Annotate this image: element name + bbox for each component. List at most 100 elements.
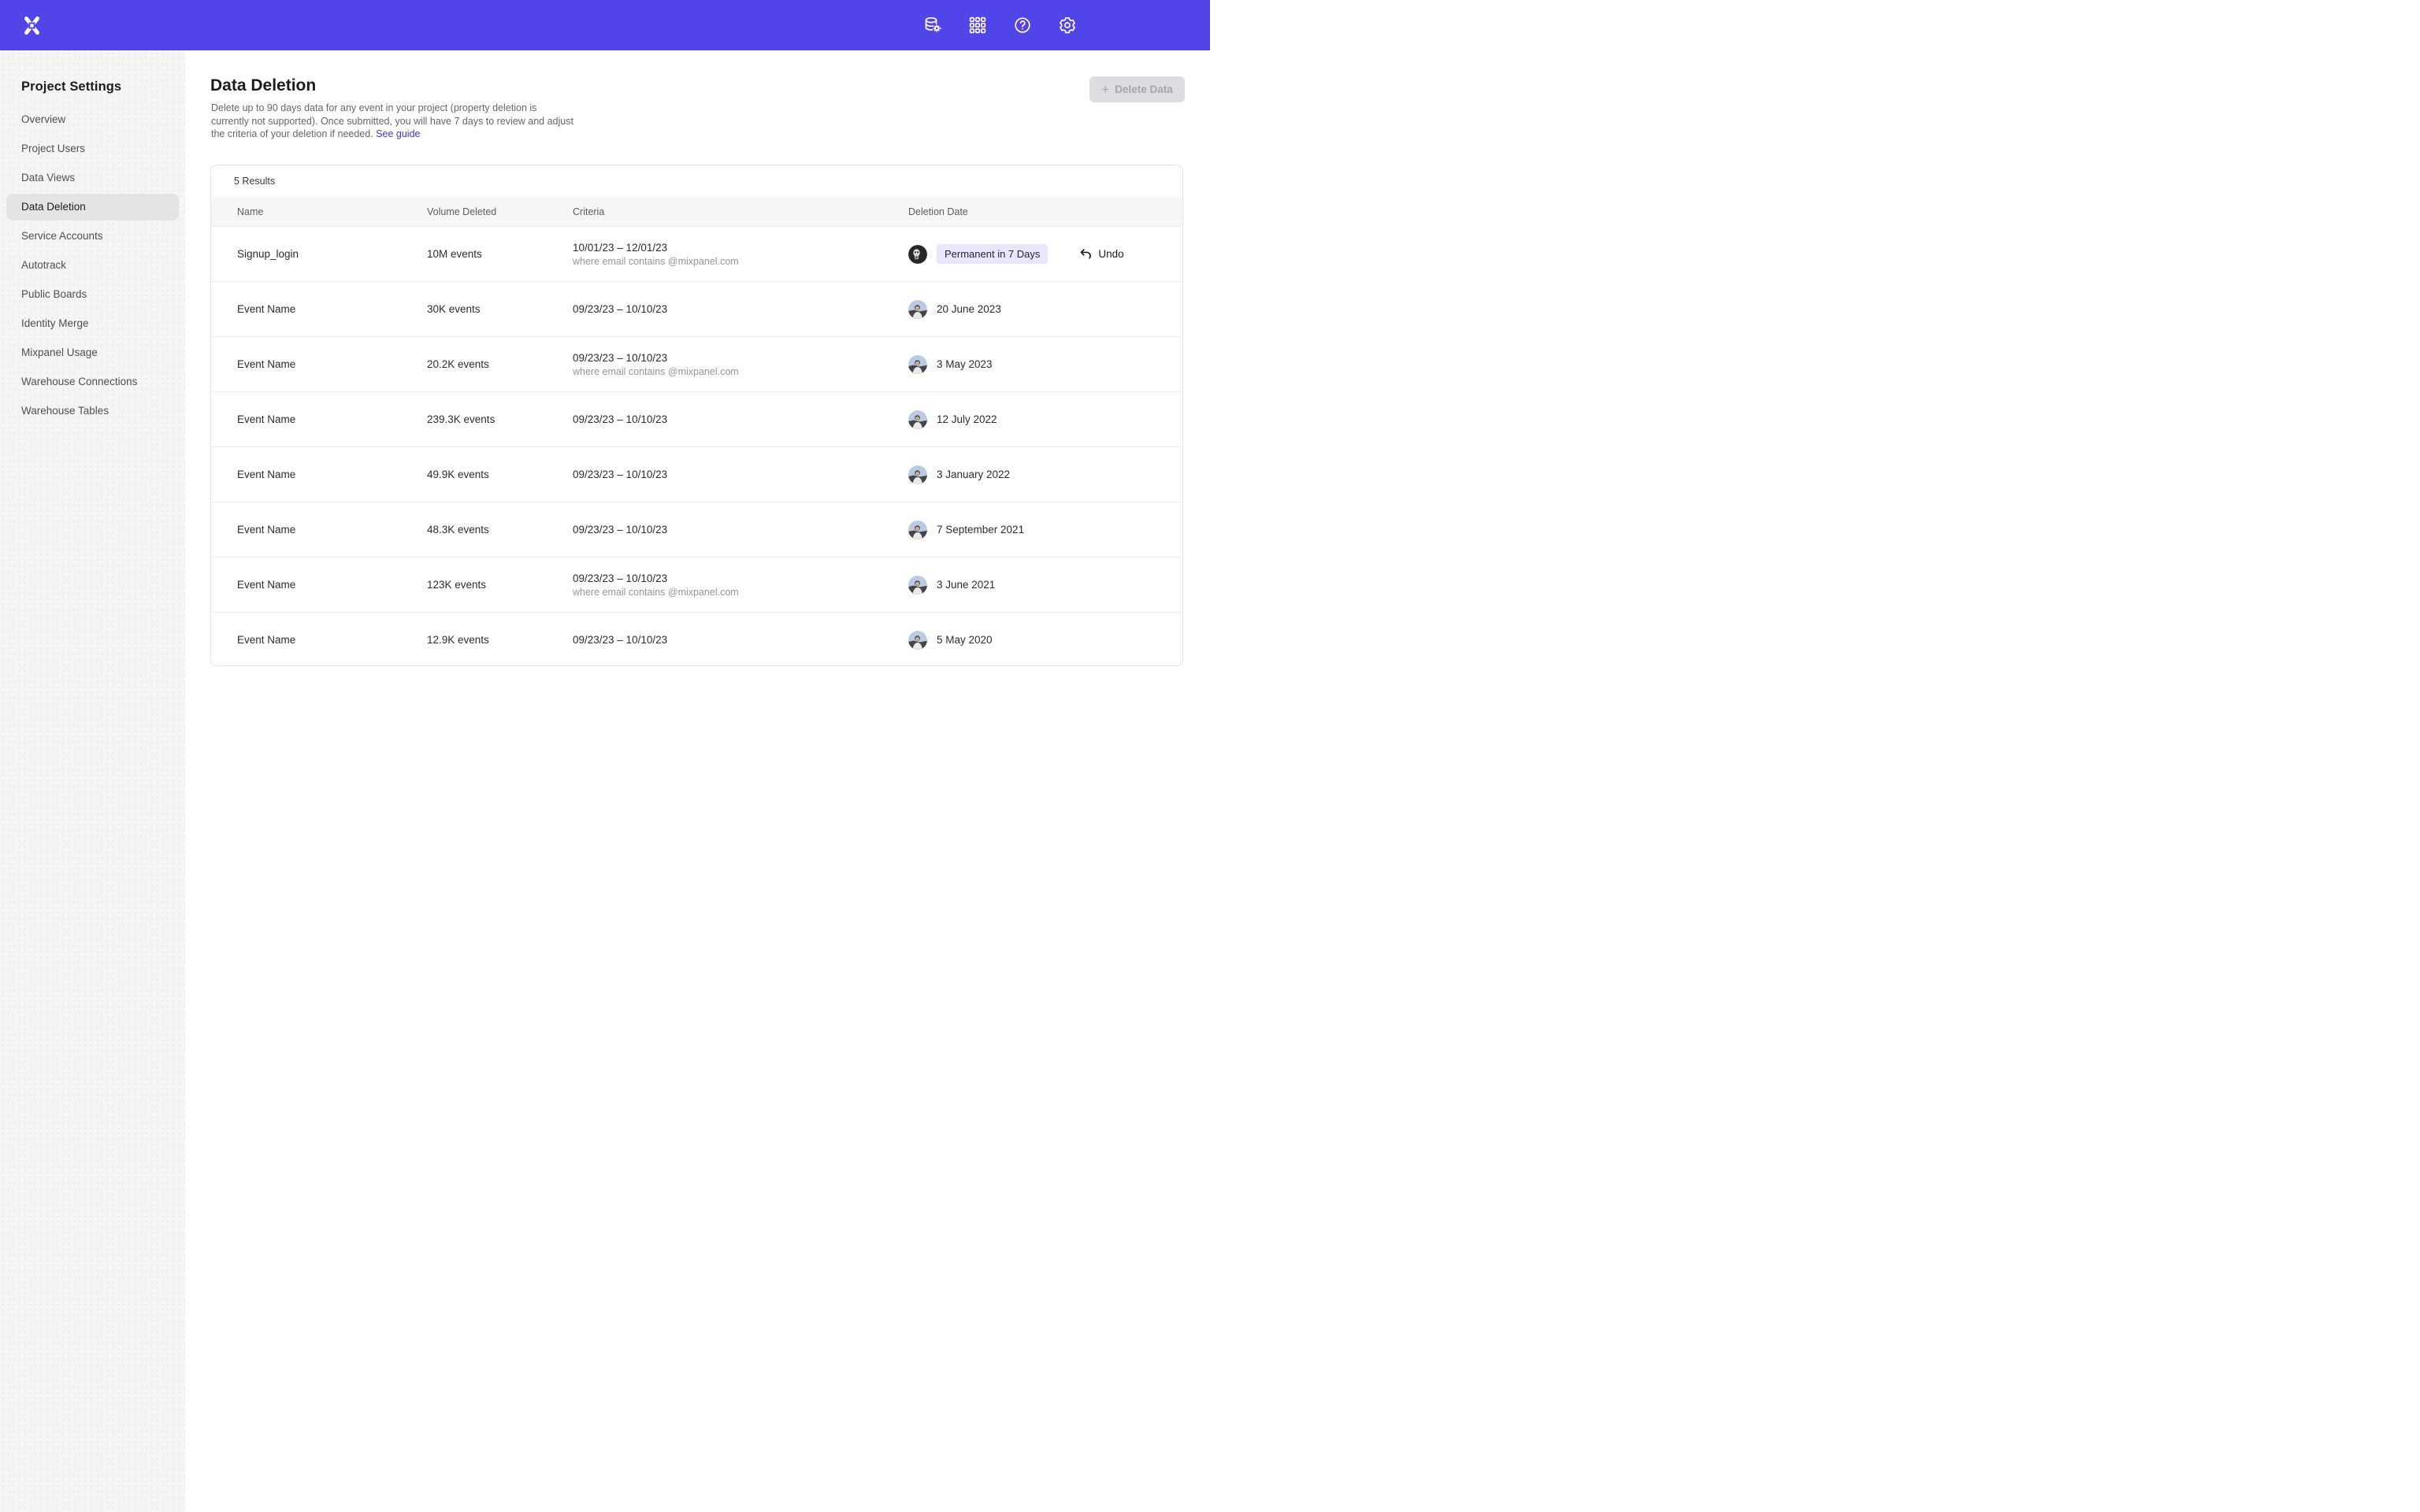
topbar-icon-group bbox=[923, 16, 1077, 35]
permanent-badge: Permanent in 7 Days bbox=[937, 244, 1048, 264]
mixpanel-logo[interactable] bbox=[23, 16, 41, 35]
deletion-date: 3 June 2021 bbox=[937, 579, 995, 591]
row-volume-deleted: 49.9K events bbox=[427, 469, 573, 480]
sidebar-item-warehouse-connections[interactable]: Warehouse Connections bbox=[6, 369, 179, 395]
table-row: Event Name 49.9K events 09/23/23 – 10/10… bbox=[211, 447, 1182, 502]
data-settings-icon[interactable] bbox=[923, 16, 942, 35]
page-title: Data Deletion bbox=[210, 76, 316, 95]
row-event-name: Event Name bbox=[237, 358, 427, 370]
sidebar-item-warehouse-tables[interactable]: Warehouse Tables bbox=[6, 398, 179, 424]
table-row: Event Name 123K events 09/23/23 – 10/10/… bbox=[211, 557, 1182, 612]
row-volume-deleted: 30K events bbox=[427, 303, 573, 315]
row-criteria: 09/23/23 – 10/10/23 bbox=[573, 524, 908, 536]
column-header-volume-deleted: Volume Deleted bbox=[427, 206, 573, 217]
sidebar-item-project-users[interactable]: Project Users bbox=[6, 135, 179, 162]
deletion-date: 20 June 2023 bbox=[937, 303, 1001, 315]
deletion-results-card: 5 Results Name Volume Deleted Criteria D… bbox=[210, 165, 1183, 666]
row-criteria: 09/23/23 – 10/10/23 where email contains… bbox=[573, 573, 908, 598]
table-row: Event Name 48.3K events 09/23/23 – 10/10… bbox=[211, 502, 1182, 557]
deletion-date: 3 May 2023 bbox=[937, 358, 993, 370]
sidebar-nav: Overview Project Users Data Views Data D… bbox=[0, 106, 185, 424]
delete-data-label: Delete Data bbox=[1115, 83, 1173, 95]
criteria-filter-text: where email contains @mixpanel.com bbox=[573, 366, 908, 377]
row-volume-deleted: 12.9K events bbox=[427, 634, 573, 646]
user-avatar bbox=[908, 245, 927, 264]
sidebar-item-identity-merge[interactable]: Identity Merge bbox=[6, 310, 179, 337]
row-deletion-date-cell: Permanent in 7 Days Undo bbox=[908, 244, 1182, 264]
row-deletion-date-cell: 3 June 2021 bbox=[908, 576, 1182, 595]
undo-icon bbox=[1079, 247, 1093, 261]
row-deletion-date-cell: 20 June 2023 bbox=[908, 300, 1182, 319]
top-navigation-bar bbox=[0, 0, 1210, 50]
row-event-name: Event Name bbox=[237, 303, 427, 315]
criteria-date-range: 09/23/23 – 10/10/23 bbox=[573, 634, 908, 646]
deletion-date: 7 September 2021 bbox=[937, 524, 1024, 536]
undo-label: Undo bbox=[1098, 248, 1123, 260]
user-avatar bbox=[908, 465, 927, 484]
column-header-name: Name bbox=[237, 206, 427, 217]
row-event-name: Signup_login bbox=[237, 248, 427, 260]
row-volume-deleted: 10M events bbox=[427, 248, 573, 260]
row-event-name: Event Name bbox=[237, 524, 427, 536]
page-description: Delete up to 90 days data for any event … bbox=[211, 102, 573, 141]
row-criteria: 09/23/23 – 10/10/23 bbox=[573, 413, 908, 425]
sidebar-item-data-views[interactable]: Data Views bbox=[6, 165, 179, 191]
row-criteria: 09/23/23 – 10/10/23 where email contains… bbox=[573, 352, 908, 377]
project-settings-sidebar: Project Settings Overview Project Users … bbox=[0, 50, 185, 1512]
apps-grid-icon[interactable] bbox=[968, 16, 987, 35]
user-avatar bbox=[908, 355, 927, 374]
criteria-date-range: 09/23/23 – 10/10/23 bbox=[573, 413, 908, 425]
row-criteria: 09/23/23 – 10/10/23 bbox=[573, 634, 908, 646]
table-row: Event Name 30K events 09/23/23 – 10/10/2… bbox=[211, 281, 1182, 336]
deletion-date: 5 May 2020 bbox=[937, 634, 993, 646]
undo-button[interactable]: Undo bbox=[1079, 247, 1123, 261]
settings-gear-icon[interactable] bbox=[1058, 16, 1077, 35]
row-deletion-date-cell: 3 January 2022 bbox=[908, 465, 1182, 484]
user-avatar bbox=[908, 576, 927, 595]
sidebar-item-overview[interactable]: Overview bbox=[6, 106, 179, 133]
deletion-date: 12 July 2022 bbox=[937, 413, 997, 425]
criteria-filter-text: where email contains @mixpanel.com bbox=[573, 256, 908, 267]
row-event-name: Event Name bbox=[237, 634, 427, 646]
column-header-deletion-date: Deletion Date bbox=[908, 206, 1182, 217]
row-criteria: 09/23/23 – 10/10/23 bbox=[573, 469, 908, 480]
criteria-date-range: 09/23/23 – 10/10/23 bbox=[573, 524, 908, 536]
see-guide-link[interactable]: See guide bbox=[376, 128, 420, 139]
delete-data-button[interactable]: + Delete Data bbox=[1089, 76, 1185, 102]
criteria-date-range: 09/23/23 – 10/10/23 bbox=[573, 352, 908, 364]
sidebar-title: Project Settings bbox=[21, 80, 185, 94]
user-avatar bbox=[908, 521, 927, 539]
deletion-date: 3 January 2022 bbox=[937, 469, 1010, 480]
user-avatar bbox=[908, 300, 927, 319]
criteria-date-range: 09/23/23 – 10/10/23 bbox=[573, 469, 908, 480]
user-avatar bbox=[908, 410, 927, 429]
row-event-name: Event Name bbox=[237, 579, 427, 591]
table-body: Signup_login 10M events 10/01/23 – 12/01… bbox=[211, 226, 1182, 666]
row-volume-deleted: 123K events bbox=[427, 579, 573, 591]
help-icon[interactable] bbox=[1013, 16, 1032, 35]
row-volume-deleted: 239.3K events bbox=[427, 413, 573, 425]
sidebar-item-service-accounts[interactable]: Service Accounts bbox=[6, 223, 179, 250]
criteria-filter-text: where email contains @mixpanel.com bbox=[573, 587, 908, 598]
row-deletion-date-cell: 12 July 2022 bbox=[908, 410, 1182, 429]
row-deletion-date-cell: 7 September 2021 bbox=[908, 521, 1182, 539]
column-header-criteria: Criteria bbox=[573, 206, 908, 217]
row-criteria: 10/01/23 – 12/01/23 where email contains… bbox=[573, 242, 908, 267]
table-row: Event Name 20.2K events 09/23/23 – 10/10… bbox=[211, 336, 1182, 391]
row-deletion-date-cell: 3 May 2023 bbox=[908, 355, 1182, 374]
user-avatar bbox=[908, 631, 927, 650]
sidebar-item-autotrack[interactable]: Autotrack bbox=[6, 252, 179, 279]
table-row: Signup_login 10M events 10/01/23 – 12/01… bbox=[211, 226, 1182, 281]
row-event-name: Event Name bbox=[237, 469, 427, 480]
sidebar-item-data-deletion[interactable]: Data Deletion bbox=[6, 194, 179, 220]
table-header-row: Name Volume Deleted Criteria Deletion Da… bbox=[211, 197, 1182, 226]
row-volume-deleted: 20.2K events bbox=[427, 358, 573, 370]
row-event-name: Event Name bbox=[237, 413, 427, 425]
plus-icon: + bbox=[1101, 83, 1109, 96]
row-volume-deleted: 48.3K events bbox=[427, 524, 573, 536]
criteria-date-range: 09/23/23 – 10/10/23 bbox=[573, 303, 908, 315]
criteria-date-range: 10/01/23 – 12/01/23 bbox=[573, 242, 908, 254]
row-deletion-date-cell: 5 May 2020 bbox=[908, 631, 1182, 650]
sidebar-item-public-boards[interactable]: Public Boards bbox=[6, 281, 179, 308]
sidebar-item-mixpanel-usage[interactable]: Mixpanel Usage bbox=[6, 339, 179, 366]
